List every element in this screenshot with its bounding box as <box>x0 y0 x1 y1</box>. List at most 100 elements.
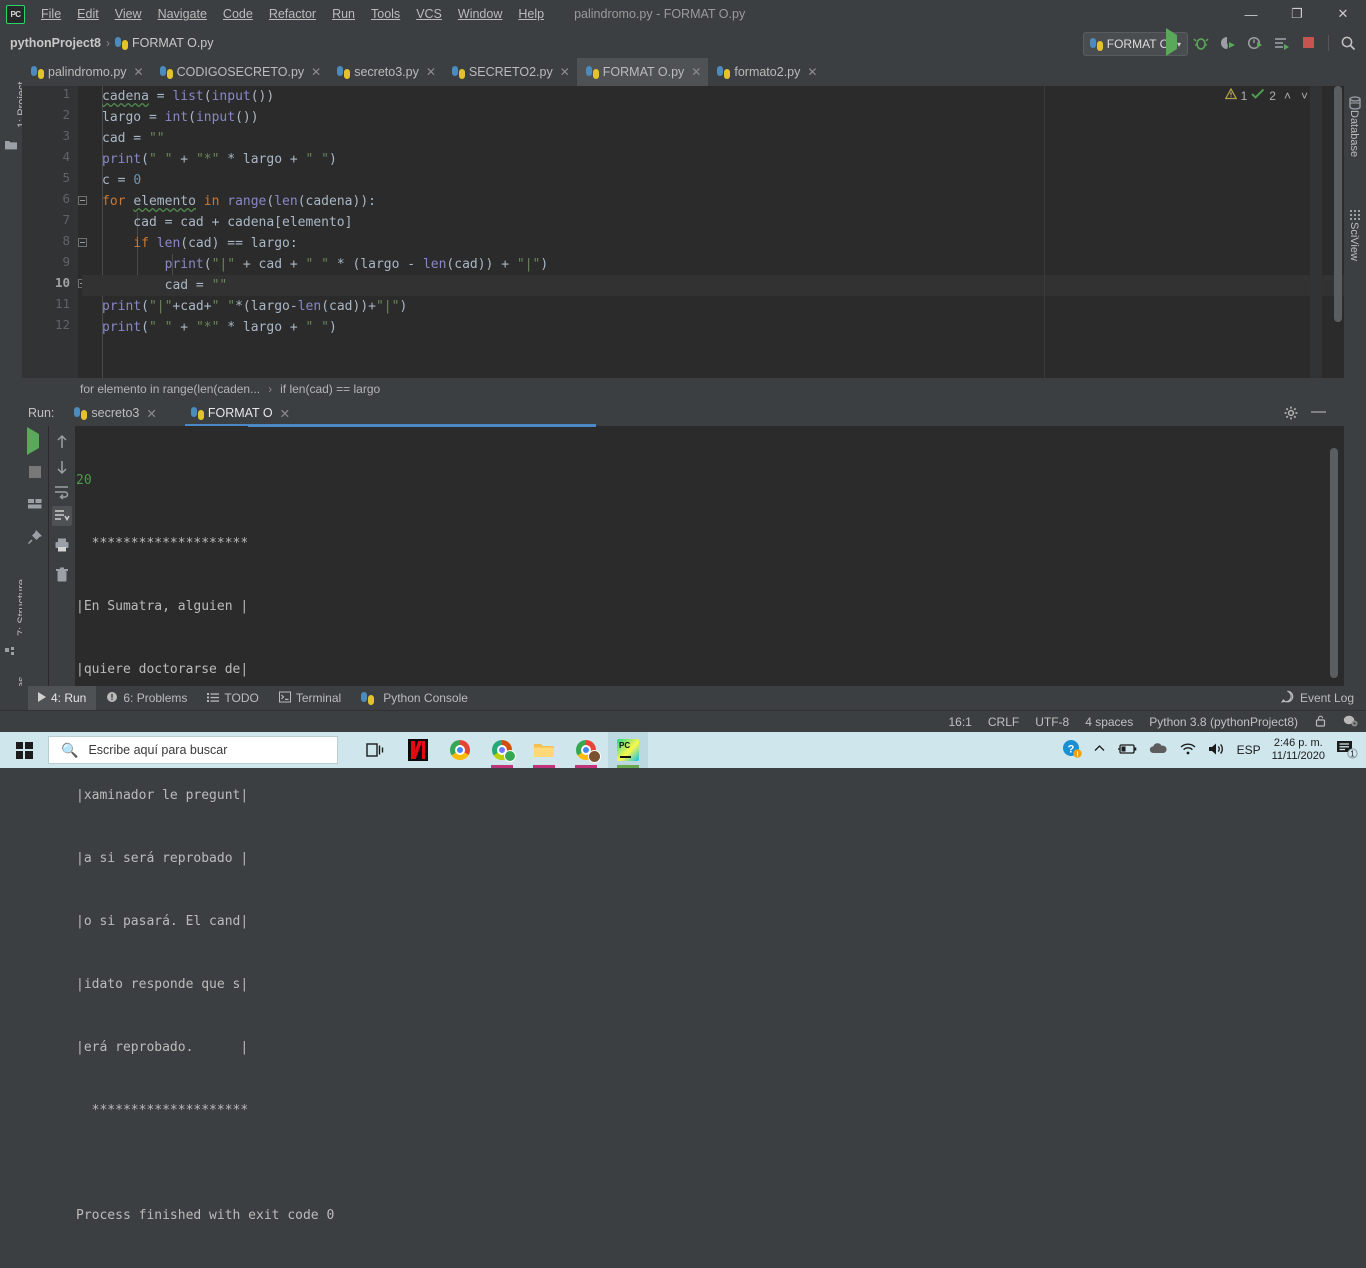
taskbar-clock[interactable]: 2:46 p. m. 11/11/2020 <box>1272 737 1325 763</box>
database-icon[interactable] <box>1348 96 1362 110</box>
inspections-icon[interactable] <box>1343 714 1358 730</box>
search-everywhere-icon[interactable] <box>1340 35 1356 51</box>
tool-window-problems[interactable]: 6: Problems <box>96 686 197 710</box>
task-view-icon[interactable] <box>356 732 396 768</box>
run-with-console-icon[interactable] <box>1274 35 1290 51</box>
close-icon[interactable]: ✕ <box>311 65 321 79</box>
minimize-button[interactable]: — <box>1228 0 1274 28</box>
scroll-to-end-icon[interactable] <box>52 506 72 526</box>
menu-item-refactor[interactable]: Refactor <box>261 4 324 24</box>
run-tab-format-o[interactable]: FORMAT O ✕ <box>184 400 297 426</box>
breadcrumb-project[interactable]: pythonProject8 <box>10 36 101 50</box>
help-icon[interactable]: ?! <box>1062 739 1082 762</box>
menu-item-vcs[interactable]: VCS <box>408 4 450 24</box>
gear-icon[interactable] <box>1284 406 1298 420</box>
profile-icon[interactable] <box>1247 35 1263 51</box>
editor-tab-codigosecreto[interactable]: CODIGOSECRETO.py ✕ <box>151 58 329 86</box>
onedrive-icon[interactable] <box>1148 742 1168 758</box>
editor-tab-formato2[interactable]: formato2.py ✕ <box>708 58 824 86</box>
debug-icon[interactable] <box>1193 35 1209 51</box>
tool-window-terminal[interactable]: Terminal <box>269 686 351 710</box>
menu-item-run[interactable]: Run <box>324 4 363 24</box>
coverage-icon[interactable] <box>1220 35 1236 51</box>
menu-item-help[interactable]: Help <box>510 4 552 24</box>
editor-gutter[interactable]: 1 2 3 4 5 6 7 8 9 10 11 12 <box>22 86 78 378</box>
pin-icon[interactable] <box>27 529 43 545</box>
close-icon[interactable]: ✕ <box>146 406 156 421</box>
menu-item-code[interactable]: Code <box>215 4 261 24</box>
lock-icon[interactable] <box>1314 714 1327 730</box>
close-icon[interactable]: ✕ <box>691 65 701 79</box>
wifi-icon[interactable] <box>1179 742 1197 758</box>
close-icon[interactable]: ✕ <box>560 65 570 79</box>
caret-position[interactable]: 16:1 <box>949 715 972 729</box>
editor-text[interactable]: cadena = list(input()) largo = int(input… <box>82 86 1344 378</box>
file-explorer-icon[interactable] <box>524 732 564 768</box>
trash-icon[interactable] <box>54 567 70 583</box>
rerun-icon[interactable] <box>27 427 43 455</box>
menu-item-view[interactable]: View <box>107 4 150 24</box>
line-separator[interactable]: CRLF <box>988 715 1019 729</box>
previous-problem-icon[interactable]: ˄ <box>1284 89 1291 103</box>
event-log-button[interactable]: Event Log <box>1280 690 1354 706</box>
layout-icon[interactable] <box>27 496 43 512</box>
print-icon[interactable] <box>54 537 70 553</box>
console-scrollbar-thumb[interactable] <box>1330 448 1338 678</box>
hide-panel-icon[interactable]: — <box>1311 404 1326 419</box>
menu-item-tools[interactable]: Tools <box>363 4 408 24</box>
close-icon[interactable]: ✕ <box>426 65 436 79</box>
sidebar-item-structure[interactable]: 7: Structure <box>0 558 28 638</box>
input-language[interactable]: ESP <box>1237 743 1261 757</box>
menu-item-navigate[interactable]: Navigate <box>150 4 215 24</box>
close-icon[interactable]: ✕ <box>280 406 290 421</box>
down-arrow-icon[interactable] <box>54 459 70 475</box>
menu-item-file[interactable]: File <box>33 4 69 24</box>
battery-icon[interactable] <box>1117 742 1137 758</box>
code-editor[interactable]: 1 2 3 4 5 6 7 8 9 10 11 12 cadena = list… <box>22 86 1344 378</box>
breadcrumb-if-statement[interactable]: if len(cad) == largo <box>280 382 380 396</box>
tool-window-python-console[interactable]: Python Console <box>351 686 478 710</box>
menu-item-window[interactable]: Window <box>450 4 510 24</box>
volume-icon[interactable] <box>1208 742 1226 759</box>
stop-icon[interactable] <box>1301 35 1317 51</box>
close-icon[interactable]: ✕ <box>807 65 817 79</box>
windows-start-icon[interactable] <box>0 732 48 768</box>
notifications-icon[interactable]: 1 <box>1336 739 1358 762</box>
up-arrow-icon[interactable] <box>54 434 70 450</box>
breadcrumb-file[interactable]: FORMAT O.py <box>132 36 214 50</box>
indent-setting[interactable]: 4 spaces <box>1085 715 1133 729</box>
editor-tab-format-o[interactable]: FORMAT O.py ✕ <box>576 58 709 86</box>
soft-wrap-icon[interactable] <box>54 484 70 500</box>
next-problem-icon[interactable]: ˅ <box>1301 89 1308 103</box>
sciview-icon[interactable] <box>1348 208 1362 222</box>
python-interpreter[interactable]: Python 3.8 (pythonProject8) <box>1149 715 1298 729</box>
chrome-profile2-icon[interactable] <box>566 732 606 768</box>
editor-scrollbar-thumb[interactable] <box>1334 86 1342 322</box>
folder-icon[interactable] <box>4 138 18 152</box>
run-icon[interactable] <box>1166 28 1182 56</box>
run-tab-secreto3[interactable]: secreto3 ✕ <box>68 400 162 426</box>
editor-tab-secreto3[interactable]: secreto3.py ✕ <box>328 58 443 86</box>
breadcrumb-for-loop[interactable]: for elemento in range(len(caden... <box>80 382 260 396</box>
error-stripe-marks[interactable] <box>1310 86 1322 378</box>
menu-item-edit[interactable]: Edit <box>69 4 107 24</box>
show-hidden-icons-icon[interactable] <box>1093 742 1106 758</box>
pycharm-icon[interactable]: PC <box>608 732 648 768</box>
close-button[interactable]: ✕ <box>1320 0 1366 28</box>
taskbar-search-input[interactable]: 🔍 Escribe aquí para buscar <box>48 736 338 764</box>
tool-window-todo[interactable]: TODO <box>197 686 268 710</box>
file-encoding[interactable]: UTF-8 <box>1035 715 1069 729</box>
sidebar-item-sciview[interactable]: SciView <box>1344 222 1366 284</box>
editor-tab-palindromo[interactable]: palindromo.py ✕ <box>22 58 151 86</box>
close-icon[interactable]: ✕ <box>134 65 144 79</box>
tool-window-run[interactable]: 4: Run <box>28 686 97 710</box>
netflix-icon[interactable] <box>398 732 438 768</box>
inspection-widget[interactable]: 1 2 ˄ ˅ <box>1224 87 1308 103</box>
chrome-profile-icon[interactable] <box>482 732 522 768</box>
sidebar-item-database[interactable]: Database <box>1344 110 1366 182</box>
maximize-button[interactable]: ❐ <box>1274 0 1320 28</box>
console-output[interactable]: 20 ******************** |En Sumatra, alg… <box>76 426 1344 1223</box>
sidebar-item-project[interactable]: 1: Project <box>0 62 28 132</box>
chrome-icon[interactable] <box>440 732 480 768</box>
editor-tab-secreto2[interactable]: SECRETO2.py ✕ <box>443 58 577 86</box>
